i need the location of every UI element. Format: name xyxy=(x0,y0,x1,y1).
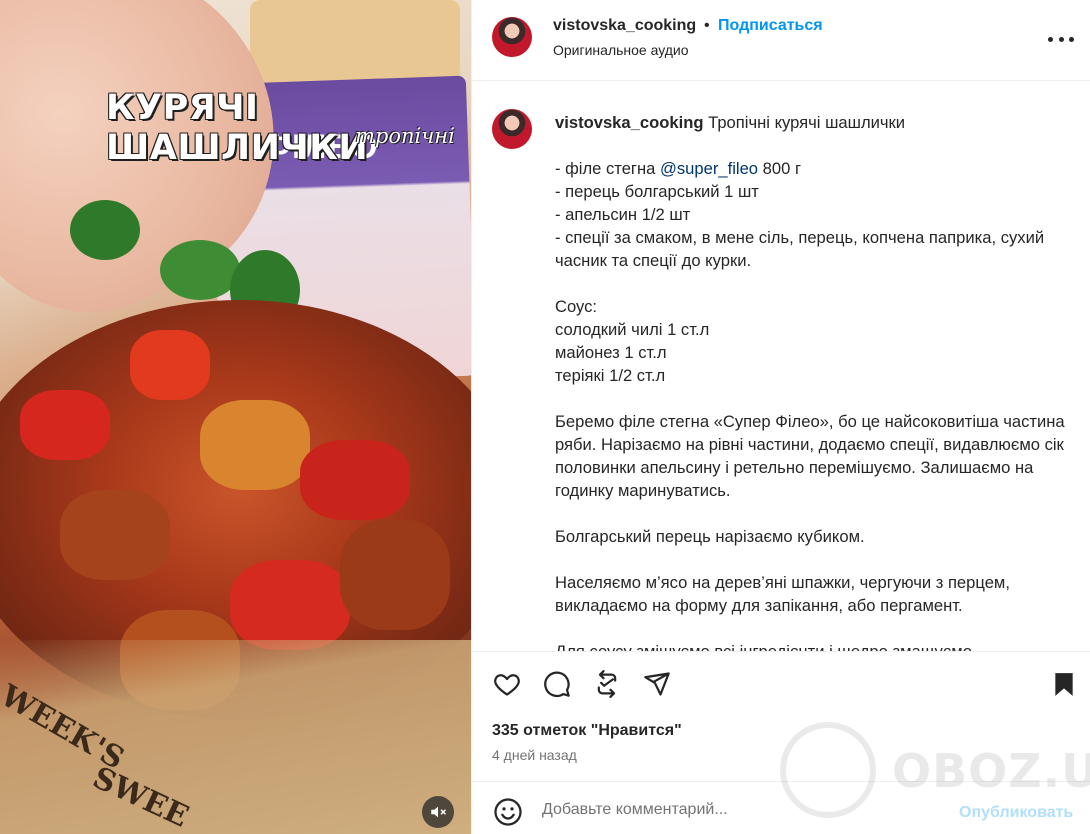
heart-icon xyxy=(494,674,520,696)
save-button[interactable] xyxy=(1049,669,1079,699)
post-header: vistovska_cooking • Подписаться Оригинал… xyxy=(472,0,1090,81)
mute-button[interactable] xyxy=(422,796,454,828)
caption-paragraph: Для соусу змішуємо всі інгредієнти і щед… xyxy=(555,640,1085,651)
pepper-piece xyxy=(230,560,350,650)
emoji-button[interactable] xyxy=(493,797,523,827)
ingredient-line: - апельсин 1/2 шт xyxy=(555,205,691,224)
herb-leaf xyxy=(70,200,140,260)
share-button[interactable] xyxy=(642,669,672,699)
comment-icon xyxy=(544,671,570,697)
comment-bar: Опубликовать xyxy=(472,781,1090,834)
audio-link[interactable]: Оригинальное аудио xyxy=(553,42,689,58)
ingredient-line: - перець болгарський 1 шт xyxy=(555,182,759,201)
pepper-piece xyxy=(300,440,410,520)
comment-button[interactable] xyxy=(542,669,572,699)
more-options-button[interactable] xyxy=(1048,27,1074,51)
avatar[interactable] xyxy=(492,109,532,149)
mention-link[interactable]: @super_fileo xyxy=(660,159,758,178)
caption-paragraph: Населяємо м’ясо на дерев’яні шпажки, чер… xyxy=(555,573,1010,615)
repost-button[interactable] xyxy=(592,669,622,699)
send-icon xyxy=(644,672,670,696)
more-horizontal-icon xyxy=(1058,36,1064,42)
sauce-header: Соус: xyxy=(555,297,598,316)
caption-username[interactable]: vistovska_cooking xyxy=(555,113,704,132)
post-actions: 335 отметок "Нравится" 4 дней назад xyxy=(472,651,1090,781)
follow-button[interactable]: Подписаться xyxy=(718,17,823,35)
separator-dot: • xyxy=(704,17,710,34)
comment-input[interactable] xyxy=(542,798,942,822)
post-caption: vistovska_cooking Тропічні курячі шашлич… xyxy=(555,111,1085,651)
post-comment-button[interactable]: Опубликовать xyxy=(959,804,1073,822)
caption-paragraph: Болгарський перець нарізаємо кубиком. xyxy=(555,527,865,546)
like-button[interactable] xyxy=(492,669,522,699)
ingredient-line: - спеції за смаком, в мене сіль, перець,… xyxy=(555,228,1045,270)
avatar[interactable] xyxy=(492,17,532,57)
pepper-piece xyxy=(20,390,110,460)
emoji-icon xyxy=(494,798,522,826)
chicken-piece xyxy=(340,520,450,630)
caption-scroll-area[interactable]: vistovska_cooking Тропічні курячі шашлич… xyxy=(472,81,1090,651)
repost-icon xyxy=(597,670,617,698)
pepper-piece xyxy=(130,330,210,400)
sauce-line: майонез 1 ст.л xyxy=(555,343,667,362)
ingredient-line: - філе стегна @super_fileo 800 г xyxy=(555,159,801,178)
herb-leaf xyxy=(160,240,240,300)
speaker-muted-icon xyxy=(431,806,447,818)
video-overlay-subtitle: тропічні xyxy=(355,124,455,148)
author-username[interactable]: vistovska_cooking xyxy=(553,17,696,35)
sauce-line: теріякі 1/2 ст.л xyxy=(555,366,666,385)
bookmark-icon xyxy=(1055,673,1073,696)
sauce-line: солодкий чилі 1 ст.л xyxy=(555,320,710,339)
more-horizontal-icon xyxy=(1048,36,1053,42)
likes-count[interactable]: 335 отметок "Нравится" xyxy=(492,722,682,740)
post-media[interactable]: ФІЛЕО WEEK'S SWEE КУРЯЧІ ШАШЛИЧКИ тропіч… xyxy=(0,0,471,834)
chicken-piece xyxy=(60,490,170,580)
chicken-piece xyxy=(200,400,310,490)
post-details-panel: vistovska_cooking • Подписаться Оригинал… xyxy=(471,0,1090,834)
post-timestamp[interactable]: 4 дней назад xyxy=(492,747,577,763)
caption-paragraph: Беремо філе стегна «Супер Філео», бо це … xyxy=(555,412,1065,500)
caption-title: Тропічні курячі шашлички xyxy=(708,113,906,132)
more-horizontal-icon xyxy=(1069,36,1074,42)
